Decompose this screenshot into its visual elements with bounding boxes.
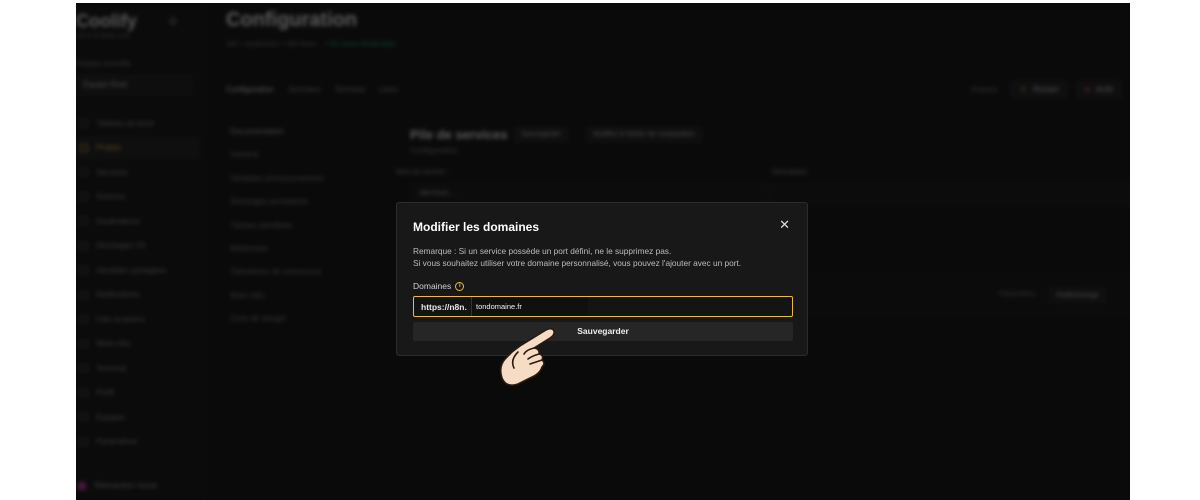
save-button[interactable]: Sauvegarder xyxy=(413,322,793,341)
domain-value[interactable]: tondomaine.fr xyxy=(471,297,588,316)
domains-input[interactable]: https://n8n. tondomaine.fr xyxy=(413,296,793,317)
note-line: Si vous souhaitez utiliser votre domaine… xyxy=(413,258,742,268)
close-icon[interactable]: ✕ xyxy=(779,218,790,231)
pointing-hand-icon xyxy=(499,327,555,386)
domains-label-text: Domaines xyxy=(413,281,452,291)
edit-domains-modal: Modifier les domaines ✕ Remarque : Si un… xyxy=(396,202,808,356)
modal-title: Modifier les domaines xyxy=(413,220,540,234)
domain-prefix: https://n8n. xyxy=(421,302,467,312)
info-icon[interactable]: i xyxy=(455,281,465,291)
note-line: Remarque : Si un service possède un port… xyxy=(413,246,672,256)
domains-label: Domaines i xyxy=(413,281,465,291)
modal-note: Remarque : Si un service possède un port… xyxy=(413,245,803,269)
